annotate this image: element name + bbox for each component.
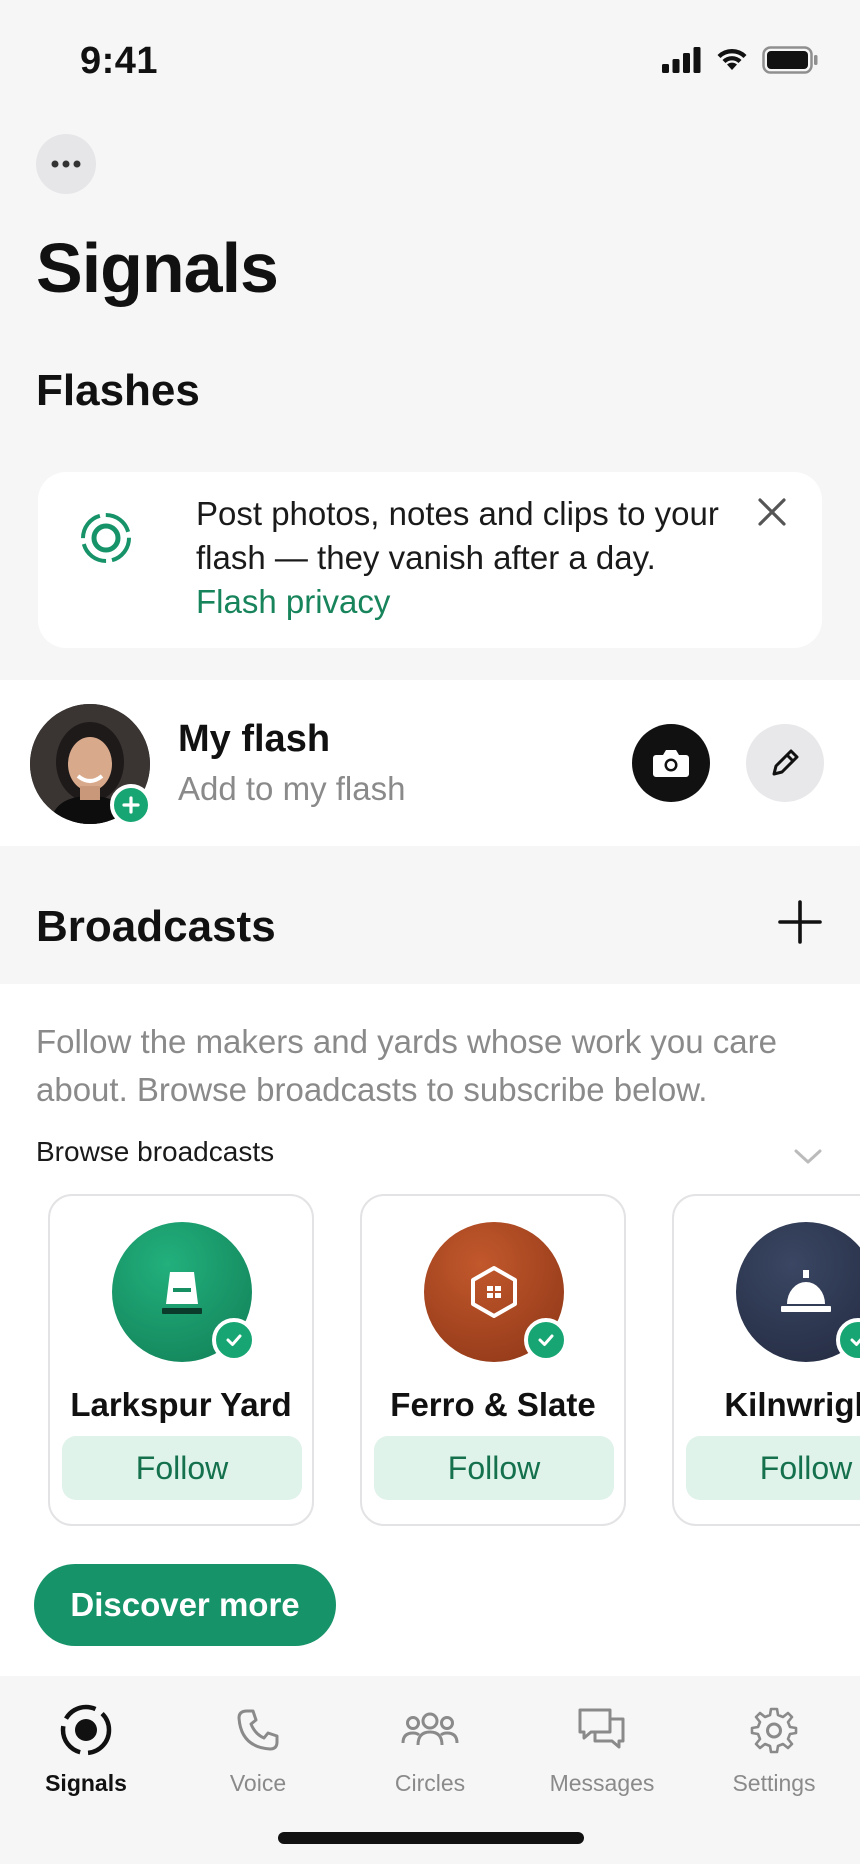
home-indicator[interactable] (278, 1832, 584, 1844)
flash-notice-text: Post photos, notes and clips to your fla… (196, 492, 756, 624)
tab-signals[interactable]: Signals (11, 1700, 161, 1797)
flash-notice-message: Post photos, notes and clips to your fla… (196, 495, 719, 576)
tab-circles[interactable]: Circles (355, 1700, 505, 1797)
verified-badge (212, 1318, 256, 1362)
tab-label: Messages (549, 1770, 655, 1796)
checkmark-icon (226, 1334, 242, 1346)
browse-broadcasts-label[interactable]: Browse broadcasts (36, 1136, 274, 1168)
gear-icon (744, 1700, 804, 1760)
broadcast-name: Larkspur Yard (70, 1386, 292, 1423)
signals-icon (56, 1700, 116, 1760)
verified-badge (524, 1318, 568, 1362)
flash-notice-card: Post photos, notes and clips to your fla… (38, 472, 822, 648)
my-flash-row[interactable]: My flash Add to my flash (0, 680, 860, 846)
broadcasts-section-title: Broadcasts (36, 902, 276, 951)
broadcast-card[interactable]: Larkspur Yard Follow (48, 1194, 314, 1526)
phone-icon (228, 1700, 288, 1760)
broadcast-card[interactable]: Ferro & Slate Follow (360, 1194, 626, 1526)
camera-button[interactable] (632, 724, 710, 802)
status-bar: 9:41 (0, 0, 860, 120)
group-icon (400, 1700, 460, 1760)
pencil-icon (772, 749, 799, 776)
broadcasts-panel: Follow the makers and yards whose work y… (0, 984, 860, 1676)
bucket-icon (162, 1272, 202, 1314)
broadcasts-description: Follow the makers and yards whose work y… (36, 1023, 777, 1108)
follow-button[interactable]: Follow (686, 1436, 860, 1500)
close-icon[interactable] (752, 492, 792, 532)
my-flash-subtitle: Add to my flash (178, 770, 406, 807)
plus-icon (122, 796, 140, 814)
broadcast-card[interactable]: Kilnwright Follow (672, 1194, 860, 1526)
camera-icon (653, 750, 689, 777)
page-title: Signals (36, 229, 279, 307)
follow-button[interactable]: Follow (374, 1436, 614, 1500)
add-flash-badge[interactable] (110, 784, 152, 826)
chevron-down-icon[interactable] (792, 1140, 824, 1172)
checkmark-icon (850, 1338, 860, 1346)
flash-ring-icon (81, 513, 131, 563)
checkmark-icon (538, 1334, 554, 1346)
broadcast-cards: Larkspur Yard Follow Ferro & Slate Follo… (48, 1194, 860, 1526)
status-time: 9:41 (80, 40, 159, 82)
flashes-section-title: Flashes (36, 366, 200, 415)
tab-label: Voice (229, 1770, 287, 1796)
text-flash-button[interactable] (746, 724, 824, 802)
status-icons (662, 46, 818, 74)
tab-label: Circles (394, 1770, 466, 1796)
bell-icon (781, 1270, 831, 1312)
battery-icon (762, 46, 818, 74)
broadcast-name: Kilnwright (724, 1386, 860, 1423)
tab-voice[interactable]: Voice (183, 1700, 333, 1797)
more-options-button[interactable] (36, 134, 96, 194)
tab-label: Signals (45, 1770, 127, 1796)
tab-label: Settings (732, 1770, 816, 1796)
flash-privacy-link[interactable]: Flash privacy (196, 580, 756, 624)
ellipsis-icon (51, 160, 81, 168)
broadcasts-header: Broadcasts (0, 846, 860, 984)
my-flash-title: My flash (178, 718, 331, 760)
cellular-signal-icon (662, 47, 701, 73)
tab-messages[interactable]: Messages (527, 1700, 677, 1797)
discover-more-button[interactable]: Discover more (34, 1564, 336, 1646)
hexagon-window-icon (471, 1266, 517, 1318)
chat-bubbles-icon (572, 1700, 632, 1760)
follow-button[interactable]: Follow (62, 1436, 302, 1500)
add-broadcast-icon[interactable] (776, 898, 824, 946)
wifi-icon (717, 48, 747, 70)
broadcast-name: Ferro & Slate (390, 1386, 596, 1423)
tab-settings[interactable]: Settings (699, 1700, 849, 1797)
